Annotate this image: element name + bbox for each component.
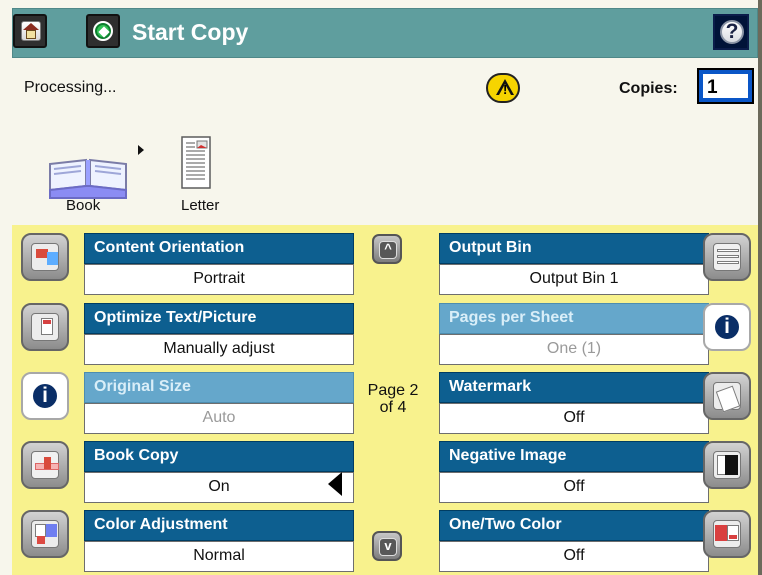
setting-value: On [208,478,230,495]
optimize-text-picture-card[interactable]: Optimize Text/Picture Manually adjust [24,303,354,367]
setting-value: One (1) [546,340,602,357]
watermark-icon[interactable] [703,372,751,420]
book-icon[interactable] [48,148,128,200]
setting-value: Output Bin 1 [529,270,619,287]
setting-value: Off [563,409,585,426]
setting-title: Original Size [94,378,191,395]
arrow-right-icon [138,145,144,155]
setting-title: Pages per Sheet [449,309,574,326]
copies-label: Copies: [619,80,678,97]
warning-icon[interactable]: ! [486,73,520,103]
help-icon: ? [720,20,744,44]
setting-title: Negative Image [449,447,567,464]
setting-value: Off [563,478,585,495]
top-bar [12,8,758,58]
setting-value: Auto [202,409,236,426]
setting-value: Normal [193,547,245,564]
screen-title: Start Copy [132,19,249,45]
book-label: Book [66,197,101,214]
status-text: Processing... [24,79,117,96]
setting-title: Optimize Text/Picture [94,309,257,326]
setting-value: Manually adjust [163,340,275,357]
one-two-color-icon[interactable] [703,510,751,558]
selected-pointer-icon [328,472,342,496]
setting-title: Book Copy [94,447,179,464]
setting-value: Portrait [193,270,245,287]
setting-title: Watermark [449,378,532,395]
output-bin-icon[interactable] [703,233,751,281]
content-orientation-card[interactable]: Content Orientation Portrait [24,233,354,297]
home-icon [21,21,41,41]
copies-input[interactable]: 1 [697,68,754,104]
setting-title: One/Two Color [449,516,562,533]
setting-title: Color Adjustment [94,516,228,533]
chevron-down-icon: v [379,538,397,556]
letter-icon[interactable] [181,136,211,189]
setting-title: Content Orientation [94,239,245,256]
start-icon [93,21,113,41]
copies-value: 1 [707,77,718,98]
setting-title: Output Bin [449,239,532,256]
negative-image-icon[interactable] [703,441,751,489]
setting-value: Off [563,547,585,564]
original-size-card: Original Size Auto [24,372,354,436]
pages-per-sheet-info-icon[interactable]: i [703,303,751,351]
chevron-up-icon: ^ [379,241,397,259]
scroll-up-button[interactable]: ^ [372,234,402,264]
page-indicator: Page 2 of 4 [367,382,419,416]
scroll-down-button[interactable]: v [372,531,402,561]
book-copy-card[interactable]: Book Copy On [24,441,354,505]
help-button[interactable]: ? [713,14,749,50]
color-adjustment-card[interactable]: Color Adjustment Normal [24,510,354,574]
start-copy-button[interactable] [86,14,120,48]
letter-label: Letter [181,197,220,214]
home-button[interactable] [13,14,47,48]
